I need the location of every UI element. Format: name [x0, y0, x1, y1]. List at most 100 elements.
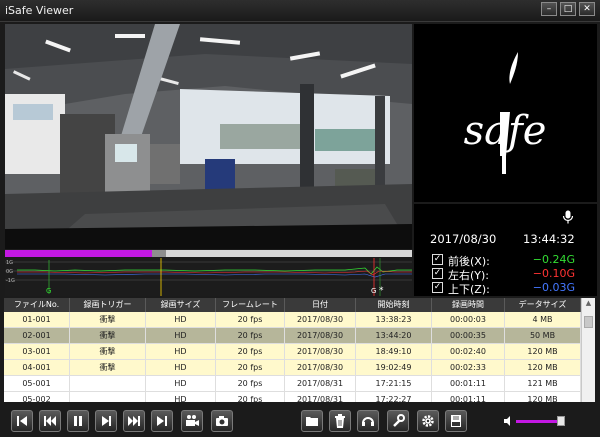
table-header: ファイルNo. 録画トリガー 録画サイズ フレームレート 日付 開始時刻 録画時…	[4, 298, 581, 312]
col-start-time[interactable]: 開始時刻	[356, 298, 432, 312]
table-cell: 20 fps	[216, 328, 285, 343]
video-player[interactable]	[5, 24, 412, 249]
col-trigger[interactable]: 録画トリガー	[70, 298, 146, 312]
scroll-thumb[interactable]	[584, 316, 593, 328]
recording-settings-button[interactable]	[357, 410, 379, 432]
camera-icon	[216, 416, 228, 426]
table-scrollbar[interactable]: ▲	[581, 298, 595, 402]
close-button[interactable]: ✕	[579, 2, 595, 16]
fast-forward-button[interactable]	[123, 410, 145, 432]
g-sensor-graph[interactable]: 1G 0G -1G G G *	[5, 258, 412, 296]
headset-icon	[362, 417, 374, 426]
table-cell: 120 MB	[505, 344, 581, 359]
table-row[interactable]: 05-002 HD 20 fps 2017/08/31 17:22:27 00:01:11…	[4, 392, 581, 402]
microphone-icon[interactable]	[562, 210, 574, 224]
delete-button[interactable]	[329, 410, 351, 432]
table-cell: 13:38:23	[356, 312, 432, 327]
table-row[interactable]: 03-001 衝撃 HD 20 fps 2017/08/30 18:49:10 00:02:…	[4, 344, 581, 360]
accel-y-value: −0.10G	[532, 267, 575, 280]
timestamp-display: 2017/08/30 13:44:32	[430, 232, 575, 246]
table-cell: 121 MB	[505, 376, 581, 391]
rewind-button[interactable]	[39, 410, 61, 432]
accel-z-value: −0.03G	[532, 281, 575, 294]
volume-handle[interactable]	[557, 416, 565, 426]
isafe-logo-panel: safe	[414, 24, 597, 202]
table-cell: HD	[146, 392, 216, 402]
speaker-icon	[504, 416, 510, 426]
table-cell: 20 fps	[216, 360, 285, 375]
scroll-up-icon[interactable]: ▲	[583, 299, 594, 310]
minimize-button[interactable]: –	[541, 2, 557, 16]
seek-bar[interactable]	[5, 250, 412, 257]
step-forward-icon	[102, 416, 111, 426]
accel-z-checkbox[interactable]: ✓	[432, 282, 443, 293]
table-cell: 05-002	[4, 392, 70, 402]
table-row[interactable]: 01-001 衝撃 HD 20 fps 2017/08/30 13:38:23 00:00:…	[4, 312, 581, 328]
table-cell: 4 MB	[505, 312, 581, 327]
table-cell: 05-001	[4, 376, 70, 391]
table-cell: 17:22:27	[356, 392, 432, 402]
fast-forward-icon	[128, 416, 140, 426]
table-cell: 衝撃	[70, 360, 146, 375]
open-folder-button[interactable]	[301, 410, 323, 432]
graph-marker-g2: G	[371, 287, 376, 295]
skip-end-button[interactable]	[151, 410, 173, 432]
seek-progress	[5, 250, 152, 257]
col-file-no[interactable]: ファイルNo.	[4, 298, 70, 312]
title-bar: iSafe Viewer – □ ✕	[0, 0, 600, 22]
accel-x-value: −0.24G	[532, 253, 575, 266]
col-size[interactable]: 録画サイズ	[146, 298, 216, 312]
skip-start-button[interactable]	[11, 410, 33, 432]
table-row[interactable]: 04-001 衝撃 HD 20 fps 2017/08/30 19:02:49 00:02:…	[4, 360, 581, 376]
video-camera-button[interactable]	[181, 410, 203, 432]
trash-icon	[335, 414, 345, 428]
table-cell: 120 MB	[505, 360, 581, 375]
table-row[interactable]: 05-001 HD 20 fps 2017/08/31 17:21:15 00:01:11…	[4, 376, 581, 392]
table-cell: 120 MB	[505, 392, 581, 402]
table-body: 01-001 衝撃 HD 20 fps 2017/08/30 13:38:23 00:00:…	[4, 312, 581, 402]
gear-icon	[422, 415, 434, 427]
tools-button[interactable]	[387, 410, 409, 432]
table-cell: HD	[146, 312, 216, 327]
table-cell: 19:02:49	[356, 360, 432, 375]
settings-button[interactable]	[417, 410, 439, 432]
table-cell: 00:01:11	[432, 376, 505, 391]
table-cell: 2017/08/30	[285, 344, 356, 359]
table-cell: 20 fps	[216, 376, 285, 391]
table-cell: 2017/08/30	[285, 360, 356, 375]
col-data-size[interactable]: データサイズ	[505, 298, 581, 312]
table-cell: 13:44:20	[356, 328, 432, 343]
wrench-icon	[393, 414, 405, 427]
graph-marker-g1: G	[46, 287, 51, 295]
accel-z-row: ✓ 上下(Z): −0.03G	[432, 281, 597, 296]
graph-label-mid: 0G	[6, 269, 13, 275]
step-forward-button[interactable]	[95, 410, 117, 432]
col-duration[interactable]: 録画時間	[432, 298, 505, 312]
table-cell: HD	[146, 328, 216, 343]
accel-x-checkbox[interactable]: ✓	[432, 254, 443, 265]
accel-y-checkbox[interactable]: ✓	[432, 268, 443, 279]
recording-table: ファイルNo. 録画トリガー 録画サイズ フレームレート 日付 開始時刻 録画時…	[4, 298, 581, 402]
maximize-button[interactable]: □	[560, 2, 576, 16]
graph-star-marker: *	[379, 286, 384, 296]
snapshot-button[interactable]	[211, 410, 233, 432]
col-framerate[interactable]: フレームレート	[216, 298, 285, 312]
folder-icon	[306, 417, 318, 426]
accel-z-label: 上下(Z):	[448, 283, 490, 296]
table-cell: 04-001	[4, 360, 70, 375]
pause-icon	[74, 416, 82, 426]
table-cell: 2017/08/31	[285, 376, 356, 391]
col-date[interactable]: 日付	[285, 298, 356, 312]
table-cell: 02-001	[4, 328, 70, 343]
volume-slider[interactable]	[516, 420, 562, 423]
seek-handle[interactable]	[152, 250, 166, 257]
time-value: 13:44:32	[523, 232, 575, 246]
skip-end-icon	[157, 416, 167, 426]
pause-button[interactable]	[67, 410, 89, 432]
csv-export-button[interactable]	[445, 410, 467, 432]
table-row[interactable]: 02-001 衝撃 HD 20 fps 2017/08/30 13:44:20 00:00:…	[4, 328, 581, 344]
table-cell: 2017/08/30	[285, 328, 356, 343]
video-camera-icon	[186, 415, 199, 426]
table-cell: 01-001	[4, 312, 70, 327]
table-cell: 2017/08/30	[285, 312, 356, 327]
